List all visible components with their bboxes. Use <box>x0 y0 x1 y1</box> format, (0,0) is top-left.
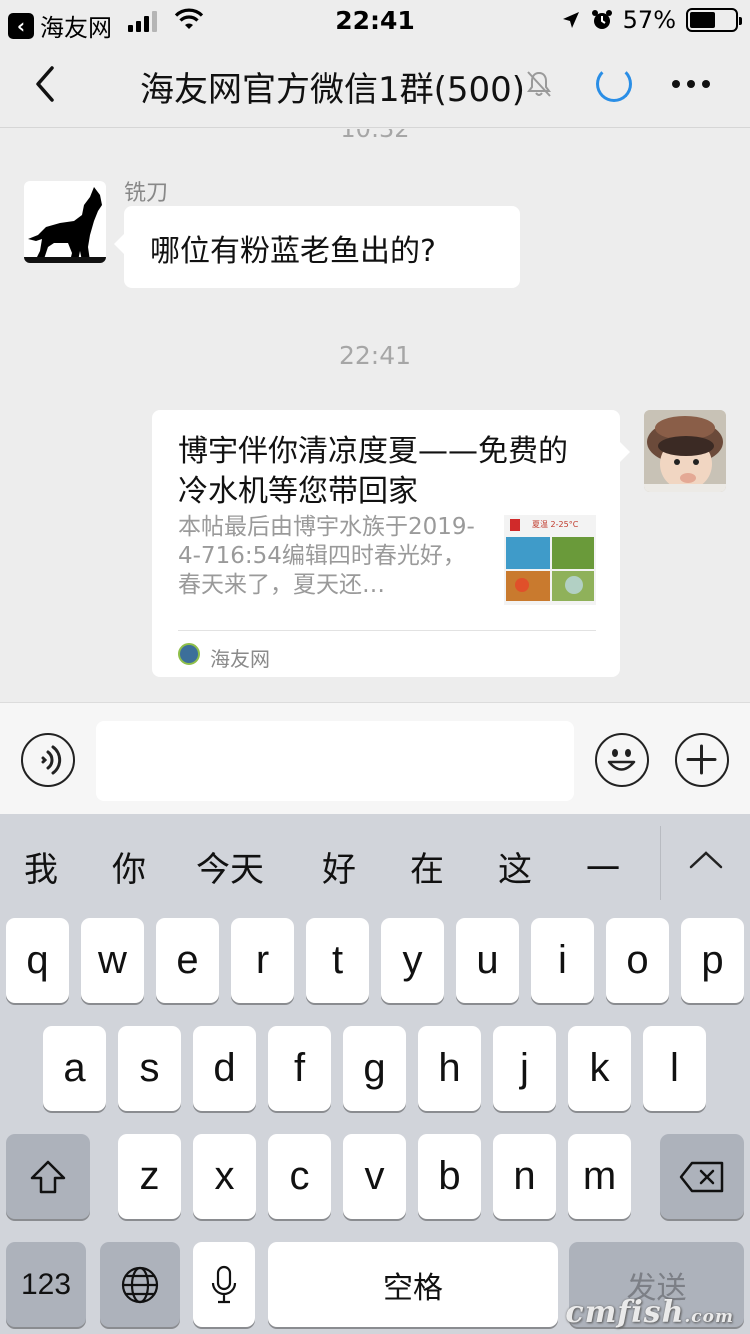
more-options-icon[interactable] <box>672 80 710 88</box>
candidate-word[interactable]: 一 <box>586 842 620 891</box>
candidate-word[interactable]: 我 <box>24 842 58 891</box>
key-s[interactable]: s <box>118 1026 181 1111</box>
shift-key[interactable] <box>6 1134 90 1219</box>
key-k[interactable]: k <box>568 1026 631 1111</box>
key-o[interactable]: o <box>606 918 669 1003</box>
message-input[interactable] <box>96 721 574 801</box>
key-l[interactable]: l <box>643 1026 706 1111</box>
key-a[interactable]: a <box>43 1026 106 1111</box>
thumbnail-caption: 夏温 2-25°C <box>532 520 579 529</box>
loading-spinner-icon <box>596 66 632 102</box>
backspace-icon <box>679 1161 724 1192</box>
shared-link-card[interactable]: 博宇伴你清凉度夏——免费的冷水机等您带回家 本帖最后由博宇水族于2019-4-7… <box>152 410 630 677</box>
link-card-description: 本帖最后由博宇水族于2019-4-716:54编辑四时春光好，春天来了，夏天还… <box>178 514 475 598</box>
shift-arrow-icon <box>30 1160 66 1193</box>
input-bar <box>0 702 750 814</box>
candidate-word[interactable]: 好 <box>322 842 356 891</box>
status-bar: ‹ 海友网 22:41 57% <box>0 0 750 42</box>
key-j[interactable]: j <box>493 1026 556 1111</box>
globe-key[interactable] <box>100 1242 180 1327</box>
candidate-divider <box>660 826 661 900</box>
chat-area[interactable]: 10:32 铣刀 哪位有粉蓝老鱼出的? 22:41 博宇伴你清凉度夏——免费的冷… <box>0 129 750 702</box>
key-e[interactable]: e <box>156 918 219 1003</box>
alarm-clock-icon <box>591 10 612 29</box>
key-i[interactable]: i <box>531 918 594 1003</box>
link-card-thumbnail: 夏温 2-25°C <box>504 515 596 605</box>
watermark: cmfish.com <box>565 1295 734 1330</box>
microphone-icon <box>211 1265 237 1303</box>
candidate-word[interactable]: 你 <box>112 842 146 891</box>
key-w[interactable]: w <box>81 918 144 1003</box>
key-m[interactable]: m <box>568 1134 631 1219</box>
location-arrow-icon <box>562 12 579 28</box>
key-u[interactable]: u <box>456 918 519 1003</box>
candidate-word[interactable]: 这 <box>498 842 532 891</box>
key-b[interactable]: b <box>418 1134 481 1219</box>
key-r[interactable]: r <box>231 918 294 1003</box>
back-chevron-icon[interactable] <box>26 64 66 104</box>
candidate-bar: 我 你 今天 好 在 这 一 <box>0 814 750 914</box>
link-card-title: 博宇伴你清凉度夏——免费的冷水机等您带回家 <box>178 434 568 509</box>
candidate-word[interactable]: 今天 <box>196 842 264 891</box>
key-q[interactable]: q <box>6 918 69 1003</box>
smiley-icon <box>607 749 636 771</box>
source-logo-icon <box>178 643 200 665</box>
key-f[interactable]: f <box>268 1026 331 1111</box>
key-t[interactable]: t <box>306 918 369 1003</box>
child-avatar-icon <box>644 410 726 492</box>
key-v[interactable]: v <box>343 1134 406 1219</box>
nav-bar: 海友网官方微信1群(500) <box>0 40 750 128</box>
voice-wave-icon <box>41 745 62 775</box>
message-timestamp: 22:41 <box>338 341 412 370</box>
battery-percent: 57% <box>622 6 676 34</box>
muted-bell-icon <box>527 71 551 97</box>
key-p[interactable]: p <box>681 918 744 1003</box>
key-d[interactable]: d <box>193 1026 256 1111</box>
message-text: 哪位有粉蓝老鱼出的? <box>150 234 436 269</box>
plus-icon <box>686 744 717 775</box>
key-g[interactable]: g <box>343 1026 406 1111</box>
link-card-divider <box>178 630 596 631</box>
voice-input-button[interactable] <box>21 733 75 787</box>
key-x[interactable]: x <box>193 1134 256 1219</box>
key-z[interactable]: z <box>118 1134 181 1219</box>
key-y[interactable]: y <box>381 918 444 1003</box>
more-functions-button[interactable] <box>675 733 729 787</box>
candidate-word[interactable]: 在 <box>410 842 444 891</box>
battery-fill <box>690 12 716 28</box>
sender-avatar[interactable] <box>24 181 106 263</box>
key-n[interactable]: n <box>493 1134 556 1219</box>
previous-timestamp: 10:32 <box>340 129 410 143</box>
my-avatar[interactable] <box>644 410 726 492</box>
delete-key[interactable] <box>660 1134 744 1219</box>
key-h[interactable]: h <box>418 1026 481 1111</box>
message-bubble[interactable]: 哪位有粉蓝老鱼出的? <box>114 206 520 288</box>
key-c[interactable]: c <box>268 1134 331 1219</box>
numbers-key[interactable]: 123 <box>6 1242 86 1327</box>
globe-icon <box>121 1266 159 1303</box>
wolf-avatar-icon <box>24 187 106 263</box>
keyboard: 我 你 今天 好 在 这 一 qwertyuiop asdfghjkl zxcv… <box>0 814 750 1334</box>
dictation-key[interactable] <box>193 1242 255 1327</box>
link-card-source: 海友网 <box>210 647 270 671</box>
chat-title: 海友网官方微信1群(500) <box>140 70 526 110</box>
space-key[interactable]: 空格 <box>268 1242 558 1327</box>
battery-icon <box>686 8 742 32</box>
sender-name: 铣刀 <box>124 181 169 206</box>
emoji-button[interactable] <box>595 733 649 787</box>
chevron-up-icon[interactable] <box>688 848 724 872</box>
